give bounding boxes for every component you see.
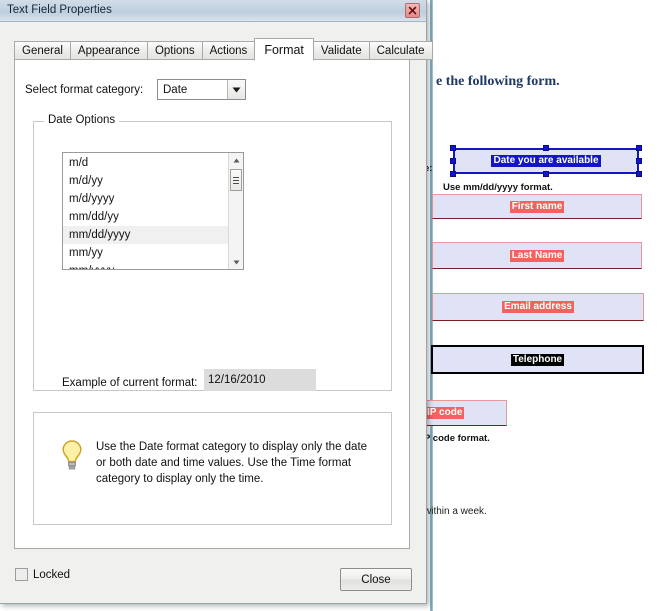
- selection-handle-top-right[interactable]: [636, 145, 642, 151]
- tip-text: Use the Date format category to display …: [96, 439, 368, 487]
- pdf-field-date-you-are-available-label: Date you are available: [491, 155, 600, 167]
- close-window-icon[interactable]: [405, 3, 420, 18]
- selection-handle-bottom-center[interactable]: [543, 171, 549, 177]
- list-item-mm-dd-yyyy[interactable]: mm/dd/yyyy: [63, 226, 228, 244]
- format-category-select[interactable]: Date: [157, 79, 246, 100]
- pdf-field-first-name[interactable]: First name: [432, 194, 642, 219]
- pdf-field-zip-code[interactable]: IP code: [424, 400, 507, 426]
- dialog-titlebar[interactable]: Text Field Properties: [0, 0, 426, 22]
- pdf-field-telephone[interactable]: Telephone: [431, 345, 644, 374]
- pdf-heading: e the following form.: [436, 74, 560, 90]
- date-options-groupbox: Date Options m/d m/d/yy m/d/yyyy mm/dd/y…: [33, 121, 392, 391]
- pdf-hint-date-format: Use mm/dd/yyyy format.: [443, 182, 553, 193]
- locked-label: Locked: [33, 569, 70, 581]
- tab-appearance[interactable]: Appearance: [70, 41, 147, 60]
- example-format-value: 12/16/2010: [204, 374, 266, 386]
- format-tab-panel: Select format category: Date Date Option…: [14, 59, 410, 549]
- example-format-value-box: 12/16/2010: [204, 369, 316, 391]
- locked-checkbox[interactable]: [15, 568, 28, 581]
- list-item-mm-yy[interactable]: mm/yy: [63, 244, 228, 262]
- lightbulb-icon: [60, 439, 84, 473]
- tab-actions[interactable]: Actions: [202, 41, 255, 60]
- pdf-field-telephone-label: Telephone: [511, 354, 564, 366]
- example-of-current-format-label: Example of current format:: [62, 377, 198, 389]
- listbox-scrollbar[interactable]: [228, 153, 243, 269]
- list-item-mm-yyyy[interactable]: mm/yyyy: [63, 262, 228, 269]
- select-format-category-label: Select format category:: [25, 84, 143, 96]
- tip-panel: Use the Date format category to display …: [33, 412, 392, 525]
- list-item-mm-dd-yy[interactable]: mm/dd/yy: [63, 208, 228, 226]
- selection-handle-top-left[interactable]: [450, 145, 456, 151]
- format-category-value: Date: [158, 84, 227, 96]
- tab-options[interactable]: Options: [147, 41, 202, 60]
- tab-general[interactable]: General: [14, 41, 70, 60]
- date-format-list[interactable]: m/d m/d/yy m/d/yyyy mm/dd/yy mm/dd/yyyy …: [63, 153, 228, 269]
- scroll-up-arrow-icon[interactable]: [229, 153, 243, 167]
- selection-handle-middle-right[interactable]: [636, 158, 642, 164]
- pdf-field-zip-code-label: IP code: [425, 407, 464, 419]
- pdf-closing-text: within a week.: [424, 506, 487, 517]
- pdf-field-last-name[interactable]: Last Name: [432, 242, 642, 269]
- scrollbar-thumb[interactable]: [230, 169, 242, 191]
- scroll-down-arrow-icon[interactable]: [229, 255, 243, 269]
- list-item-m-d-yy[interactable]: m/d/yy: [63, 172, 228, 190]
- selection-handle-middle-left[interactable]: [450, 158, 456, 164]
- tab-calculate[interactable]: Calculate: [369, 41, 433, 60]
- text-field-properties-dialog: Text Field Properties General Appearance…: [0, 0, 427, 604]
- date-format-listbox[interactable]: m/d m/d/yy m/d/yyyy mm/dd/yy mm/dd/yyyy …: [62, 152, 244, 270]
- pdf-field-last-name-label: Last Name: [510, 250, 565, 262]
- close-button[interactable]: Close: [340, 568, 412, 591]
- properties-tabstrip: General Appearance Options Actions Forma…: [14, 38, 433, 60]
- list-item-m-d[interactable]: m/d: [63, 154, 228, 172]
- date-options-legend: Date Options: [44, 114, 119, 126]
- selection-handle-bottom-right[interactable]: [636, 171, 642, 177]
- tab-format[interactable]: Format: [254, 38, 314, 61]
- pdf-field-email-address[interactable]: Email address: [432, 293, 644, 321]
- list-item-m-d-yyyy[interactable]: m/d/yyyy: [63, 190, 228, 208]
- chevron-down-icon[interactable]: [227, 80, 245, 99]
- locked-row[interactable]: Locked: [15, 568, 70, 581]
- tab-validate[interactable]: Validate: [314, 41, 369, 60]
- pdf-field-email-address-label: Email address: [502, 301, 574, 313]
- selection-handle-top-center[interactable]: [543, 145, 549, 151]
- dialog-title: Text Field Properties: [7, 4, 112, 16]
- selection-handle-bottom-left[interactable]: [450, 171, 456, 177]
- pdf-hint-zip-format: P code format.: [424, 433, 490, 444]
- pdf-field-first-name-label: First name: [510, 201, 565, 213]
